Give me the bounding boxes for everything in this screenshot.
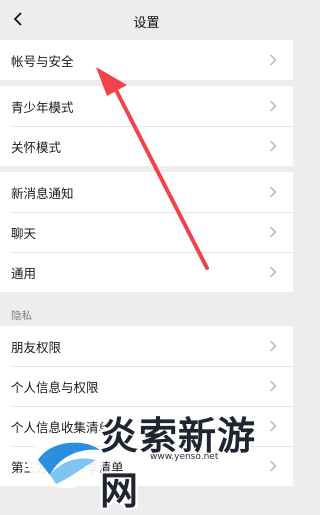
settings-item-label: 个人信息与权限 (11, 379, 99, 395)
general-group: 新消息通知 聊天 通用 (0, 172, 293, 292)
settings-item-label: 聊天 (11, 225, 37, 241)
settings-item-notifications[interactable]: 新消息通知 (0, 172, 293, 212)
settings-item-care-mode[interactable]: 关怀模式 (0, 126, 293, 166)
settings-item-label: 朋友权限 (11, 339, 62, 355)
settings-item-account-security[interactable]: 帐号与安全 (0, 40, 293, 80)
chevron-right-icon (270, 140, 277, 152)
settings-item-friend-permissions[interactable]: 朋友权限 (0, 326, 293, 366)
chevron-right-icon (270, 54, 277, 66)
page-title: 设置 (133, 16, 160, 31)
navigation-bar: 设置 (0, 0, 293, 40)
chevron-right-icon (270, 186, 277, 198)
settings-item-label: 关怀模式 (11, 139, 62, 155)
settings-item-label: 通用 (11, 265, 37, 281)
chevron-right-icon (270, 266, 277, 278)
settings-item-general[interactable]: 通用 (0, 252, 293, 292)
watermark-url: www.yenso.net (150, 452, 219, 462)
watermark-logo-icon (27, 436, 103, 488)
settings-item-chat[interactable]: 聊天 (0, 212, 293, 252)
privacy-section-label: 隐私 (11, 310, 32, 322)
mode-group: 青少年模式 关怀模式 (0, 86, 293, 166)
chevron-right-icon (270, 340, 277, 352)
settings-item-label: 帐号与安全 (11, 53, 74, 69)
settings-item-label: 新消息通知 (11, 185, 74, 201)
account-group: 帐号与安全 (0, 40, 293, 80)
chevron-right-icon (270, 226, 277, 238)
chevron-right-icon (270, 100, 277, 112)
settings-item-youth-mode[interactable]: 青少年模式 (0, 86, 293, 126)
settings-item-label: 青少年模式 (11, 99, 74, 115)
chevron-right-icon (270, 380, 277, 392)
